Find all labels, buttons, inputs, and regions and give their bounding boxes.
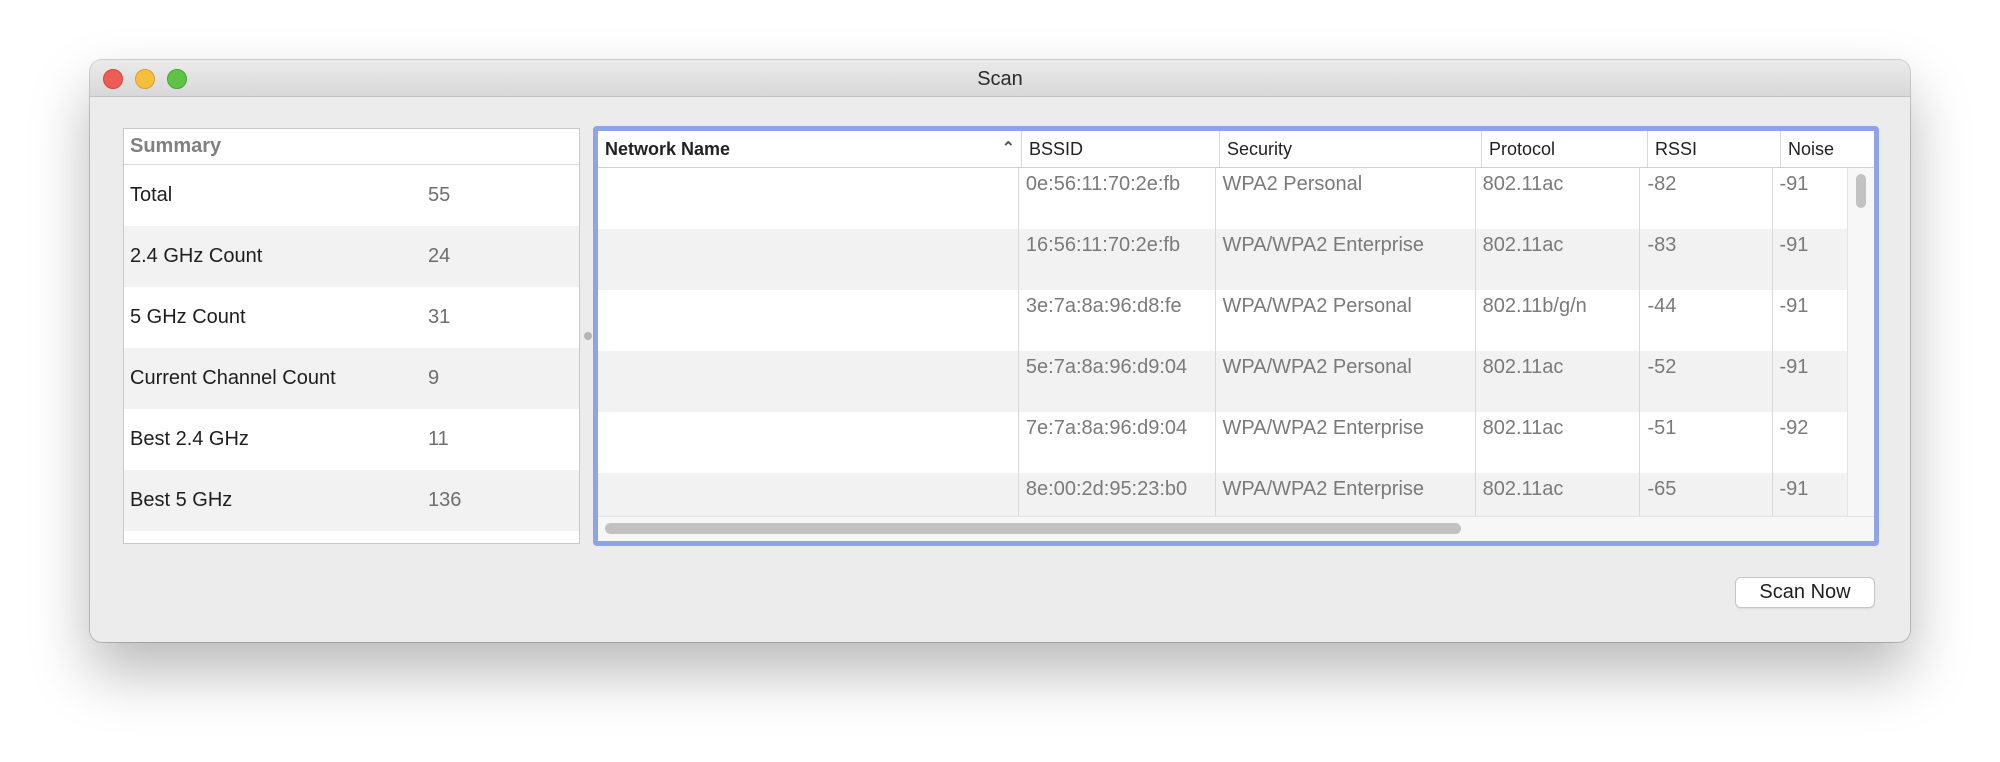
cell-security: WPA/WPA2 Personal (1216, 351, 1476, 412)
title-bar[interactable]: Scan (90, 60, 1910, 97)
table-row[interactable]: 3e:7a:8a:96:d8:fe WPA/WPA2 Personal 802.… (598, 290, 1848, 351)
table-row[interactable]: 8e:00:2d:95:23:b0 WPA/WPA2 Enterprise 80… (598, 473, 1848, 518)
summary-value: 31 (428, 306, 451, 328)
networks-table-header: Network Name ⌃ BSSID Security Protocol R… (598, 131, 1874, 168)
summary-label: Best 2.4 GHz (130, 428, 249, 450)
networks-table[interactable]: Network Name ⌃ BSSID Security Protocol R… (593, 126, 1879, 546)
cell-rssi: -52 (1640, 351, 1773, 412)
summary-table[interactable]: Summary Total 55 2.4 GHz Count 24 5 GHz … (123, 128, 580, 544)
cell-protocol: 802.11ac (1476, 412, 1641, 473)
split-view-divider-handle[interactable] (584, 332, 592, 340)
cell-network-name (598, 290, 1019, 351)
cell-protocol: 802.11ac (1476, 168, 1641, 229)
horizontal-scrollbar-thumb[interactable] (605, 523, 1461, 534)
summary-label: 5 GHz Count (130, 306, 246, 328)
cell-network-name (598, 473, 1019, 518)
summary-value: 136 (428, 489, 462, 511)
cell-network-name (598, 412, 1019, 473)
cell-bssid: 3e:7a:8a:96:d8:fe (1019, 290, 1216, 351)
cell-network-name (598, 168, 1019, 229)
summary-header: Summary (124, 129, 579, 165)
column-header-bssid[interactable]: BSSID (1022, 131, 1220, 167)
summary-rows: Total 55 2.4 GHz Count 24 5 GHz Count 31… (124, 165, 579, 531)
cell-bssid: 8e:00:2d:95:23:b0 (1019, 473, 1216, 518)
table-row[interactable]: 7e:7a:8a:96:d9:04 WPA/WPA2 Enterprise 80… (598, 412, 1848, 473)
cell-noise: -91 (1779, 295, 1809, 317)
scan-now-button[interactable]: Scan Now (1735, 577, 1875, 608)
cell-security: WPA/WPA2 Enterprise (1216, 473, 1476, 518)
summary-value: 24 (428, 245, 451, 267)
cell-noise: -91 (1779, 234, 1809, 256)
networks-table-body: 0e:56:11:70:2e:fb WPA2 Personal 802.11ac… (598, 168, 1848, 518)
summary-label: Current Channel Count (130, 367, 336, 389)
summary-label: Total (130, 184, 173, 206)
cell-noise: -91 (1779, 173, 1809, 195)
column-header-security[interactable]: Security (1220, 131, 1482, 167)
summary-label: 2.4 GHz Count (130, 245, 263, 267)
cell-security: WPA/WPA2 Personal (1216, 290, 1476, 351)
chevron-up-icon: ⌃ (1001, 140, 1015, 157)
cell-protocol: 802.11ac (1476, 351, 1641, 412)
cell-bssid: 16:56:11:70:2e:fb (1019, 229, 1216, 290)
cell-protocol: 802.11ac (1476, 473, 1641, 518)
column-header-protocol[interactable]: Protocol (1482, 131, 1648, 167)
summary-row[interactable]: Total 55 (124, 165, 579, 226)
summary-row[interactable]: Best 2.4 GHz 11 (124, 409, 579, 470)
table-row[interactable]: 0e:56:11:70:2e:fb WPA2 Personal 802.11ac… (598, 168, 1848, 229)
cell-noise: -91 (1779, 478, 1809, 500)
cell-rssi: -83 (1640, 229, 1773, 290)
scan-window: Scan Summary Total 55 2.4 GHz Count 24 5… (90, 60, 1910, 642)
cell-network-name (598, 229, 1019, 290)
cell-rssi: -82 (1640, 168, 1773, 229)
cell-bssid: 0e:56:11:70:2e:fb (1019, 168, 1216, 229)
cell-security: WPA/WPA2 Enterprise (1216, 229, 1476, 290)
cell-security: WPA/WPA2 Enterprise (1216, 412, 1476, 473)
column-header-rssi[interactable]: RSSI (1648, 131, 1781, 167)
summary-row[interactable]: 5 GHz Count 31 (124, 287, 579, 348)
cell-protocol: 802.11b/g/n (1476, 290, 1641, 351)
summary-value: 11 (428, 428, 449, 450)
cell-rssi: -65 (1640, 473, 1773, 518)
summary-row[interactable]: Best 5 GHz 136 (124, 470, 579, 531)
cell-rssi: -44 (1640, 290, 1773, 351)
table-row[interactable]: 5e:7a:8a:96:d9:04 WPA/WPA2 Personal 802.… (598, 351, 1848, 412)
column-header-network-name[interactable]: Network Name ⌃ (598, 131, 1022, 167)
cell-bssid: 5e:7a:8a:96:d9:04 (1019, 351, 1216, 412)
cell-network-name (598, 351, 1019, 412)
horizontal-scrollbar[interactable] (598, 516, 1874, 541)
cell-bssid: 7e:7a:8a:96:d9:04 (1019, 412, 1216, 473)
column-header-label: Network Name (605, 139, 731, 159)
cell-rssi: -51 (1640, 412, 1773, 473)
cell-noise: -91 (1779, 356, 1809, 378)
window-title: Scan (977, 68, 1023, 90)
vertical-scrollbar-thumb[interactable] (1856, 174, 1866, 208)
column-header-noise[interactable]: Noise (1781, 131, 1857, 167)
vertical-scrollbar[interactable] (1847, 168, 1874, 518)
cell-security: WPA2 Personal (1216, 168, 1476, 229)
table-row[interactable]: 16:56:11:70:2e:fb WPA/WPA2 Enterprise 80… (598, 229, 1848, 290)
cell-noise: -92 (1779, 417, 1809, 439)
summary-value: 55 (428, 184, 451, 206)
summary-row[interactable]: Current Channel Count 9 (124, 348, 579, 409)
cell-protocol: 802.11ac (1476, 229, 1641, 290)
summary-label: Best 5 GHz (130, 489, 233, 511)
summary-row[interactable]: 2.4 GHz Count 24 (124, 226, 579, 287)
summary-value: 9 (428, 367, 440, 389)
